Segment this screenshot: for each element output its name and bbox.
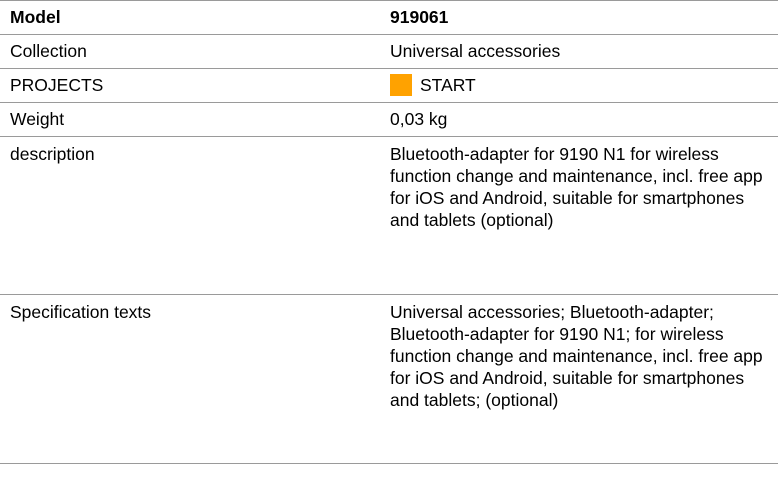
specification-value: Universal accessories; Bluetooth-adapter… (388, 294, 778, 464)
table-row-collection: Collection Universal accessories (0, 34, 778, 69)
description-label: description (0, 136, 388, 295)
product-spec-table: Model 919061 Collection Universal access… (0, 0, 778, 464)
model-number: 919061 (388, 0, 778, 35)
table-row-specification: Specification texts Universal accessorie… (0, 294, 778, 464)
projects-value-cell: START (388, 68, 778, 103)
weight-label: Weight (0, 102, 388, 137)
table-row-description: description Bluetooth-adapter for 9190 N… (0, 136, 778, 295)
table-row-projects: PROJECTS START (0, 68, 778, 103)
project-name: START (420, 75, 476, 95)
projects-label: PROJECTS (0, 68, 388, 103)
weight-value: 0,03 kg (388, 102, 778, 137)
specification-label: Specification texts (0, 294, 388, 464)
model-label: Model (0, 0, 388, 35)
project-color-swatch (390, 74, 412, 96)
collection-value: Universal accessories (388, 34, 778, 69)
table-header-row: Model 919061 (0, 0, 778, 35)
table-row-weight: Weight 0,03 kg (0, 102, 778, 137)
description-value: Bluetooth-adapter for 9190 N1 for wirele… (388, 136, 778, 295)
collection-label: Collection (0, 34, 388, 69)
